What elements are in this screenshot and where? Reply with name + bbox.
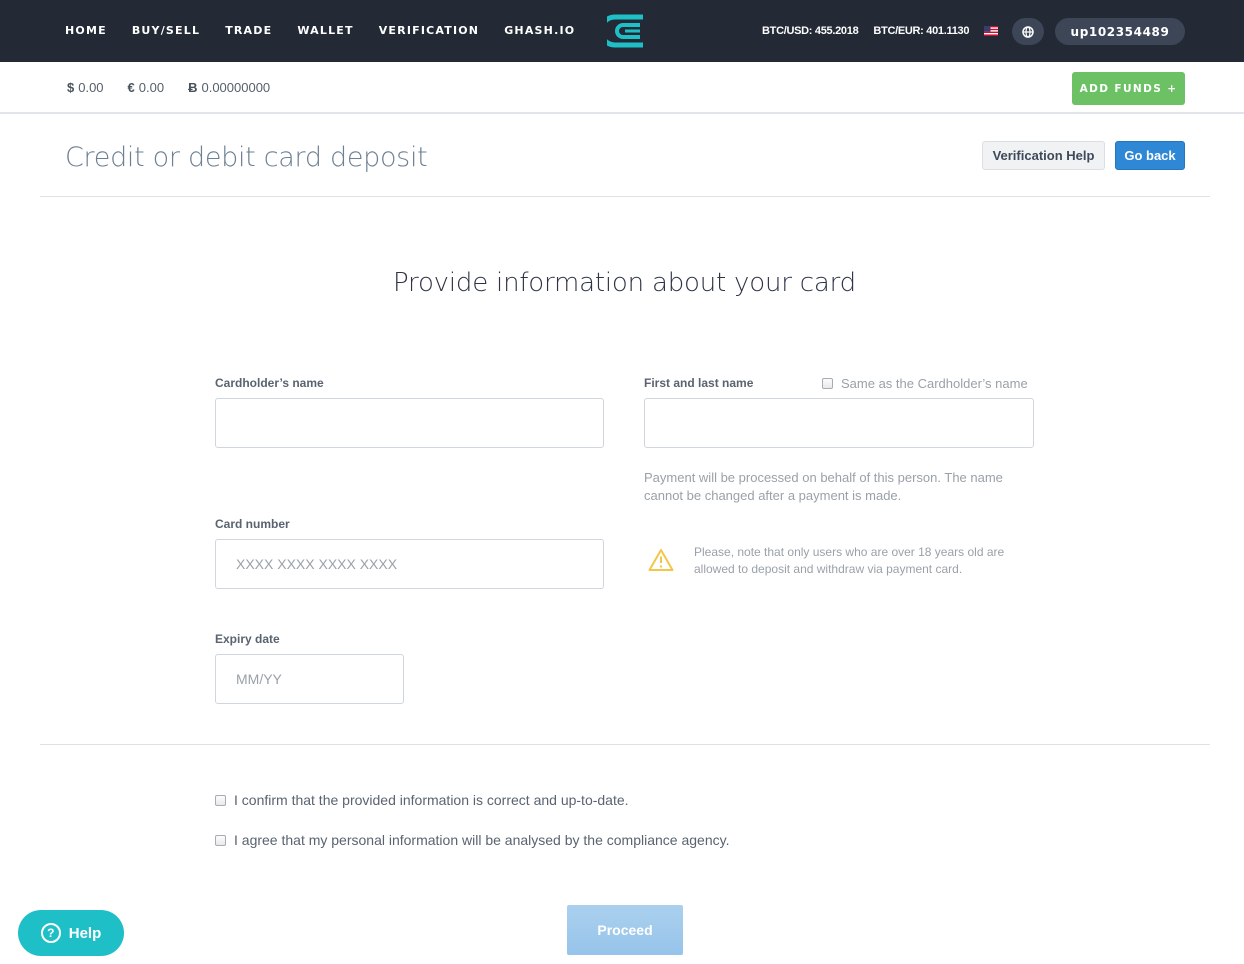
proceed-button[interactable]: Proceed	[567, 905, 683, 955]
nav-wallet[interactable]: WALLET	[297, 24, 353, 37]
same-as-cardholder-checkbox[interactable]	[822, 378, 833, 389]
globe-icon	[1022, 25, 1034, 38]
expiry-date-input[interactable]	[215, 654, 404, 704]
eur-balance: €0.00	[128, 80, 165, 95]
us-flag-icon[interactable]	[984, 26, 999, 36]
warning-icon	[648, 549, 674, 571]
age-warning: Please, note that only users who are ove…	[648, 544, 1034, 578]
nav-home[interactable]: HOME	[65, 24, 107, 37]
same-as-cardholder-option[interactable]: Same as the Cardholder’s name	[822, 376, 1028, 391]
header-divider	[40, 196, 1210, 197]
confirm-compliance-option[interactable]: I agree that my personal information wil…	[215, 832, 729, 848]
nav-trade[interactable]: TRADE	[225, 24, 272, 37]
payment-hint: Payment will be processed on behalf of t…	[644, 470, 1003, 503]
nav-buy-sell[interactable]: BUY/SELL	[132, 24, 200, 37]
exchange-rates: BTC/USD: 455.2018 BTC/EUR: 401.1130	[762, 25, 999, 37]
card-number-label: Card number	[215, 517, 290, 531]
first-last-name-input[interactable]	[644, 398, 1034, 448]
same-as-cardholder-label: Same as the Cardholder’s name	[841, 376, 1028, 391]
confirm-compliance-checkbox[interactable]	[215, 834, 226, 846]
btc-usd-rate: BTC/USD: 455.2018	[762, 25, 859, 37]
balances: $0.00 €0.00 Ƀ 0.00000000	[67, 80, 294, 95]
eur-amount: 0.00	[138, 80, 165, 95]
top-navigation: HOME BUY/SELL TRADE WALLET VERIFICATION …	[0, 0, 1244, 62]
age-warning-text: Please, note that only users who are ove…	[694, 545, 1005, 576]
confirm-info-checkbox[interactable]	[215, 794, 226, 806]
confirm-info-label: I confirm that the provided information …	[234, 792, 629, 808]
btc-amount: 0.00000000	[201, 80, 271, 95]
add-funds-button[interactable]: ADD FUNDS +	[1072, 72, 1185, 105]
nav-verification[interactable]: VERIFICATION	[379, 24, 479, 37]
page-title: Credit or debit card deposit	[65, 142, 428, 173]
expiry-date-label: Expiry date	[215, 632, 280, 646]
eur-symbol: €	[127, 80, 135, 95]
nav-ghash-io[interactable]: GHASH.IO	[504, 24, 575, 37]
btc-eur-rate: BTC/EUR: 401.1130	[873, 25, 970, 37]
go-back-button[interactable]: Go back	[1115, 141, 1185, 170]
cardholder-name-label: Cardholder’s name	[215, 376, 324, 390]
help-widget-label: Help	[68, 924, 102, 942]
confirm-compliance-label: I agree that my personal information wil…	[234, 832, 730, 848]
usd-balance: $0.00	[67, 80, 104, 95]
verification-help-button[interactable]: Verification Help	[982, 141, 1105, 170]
first-last-name-label: First and last name	[644, 376, 754, 390]
form-divider	[40, 744, 1210, 745]
usd-symbol: $	[67, 80, 75, 95]
usd-amount: 0.00	[78, 80, 104, 95]
question-circle-icon: ?	[40, 923, 61, 943]
cardholder-name-input[interactable]	[215, 398, 604, 448]
card-number-input[interactable]	[215, 539, 604, 589]
language-button[interactable]	[1012, 18, 1044, 45]
btc-balance: Ƀ 0.00000000	[188, 80, 270, 95]
confirm-info-option[interactable]: I confirm that the provided information …	[215, 792, 629, 808]
user-account-button[interactable]: up102354489	[1055, 18, 1185, 45]
nav-links: HOME BUY/SELL TRADE WALLET VERIFICATION …	[65, 24, 600, 37]
cex-logo-icon[interactable]	[607, 14, 643, 48]
help-widget-button[interactable]: ? Help	[18, 910, 124, 956]
section-title: Provide information about your card	[393, 268, 856, 298]
balance-bar: $0.00 €0.00 Ƀ 0.00000000 ADD FUNDS +	[0, 62, 1244, 114]
btc-symbol: Ƀ	[188, 80, 198, 95]
